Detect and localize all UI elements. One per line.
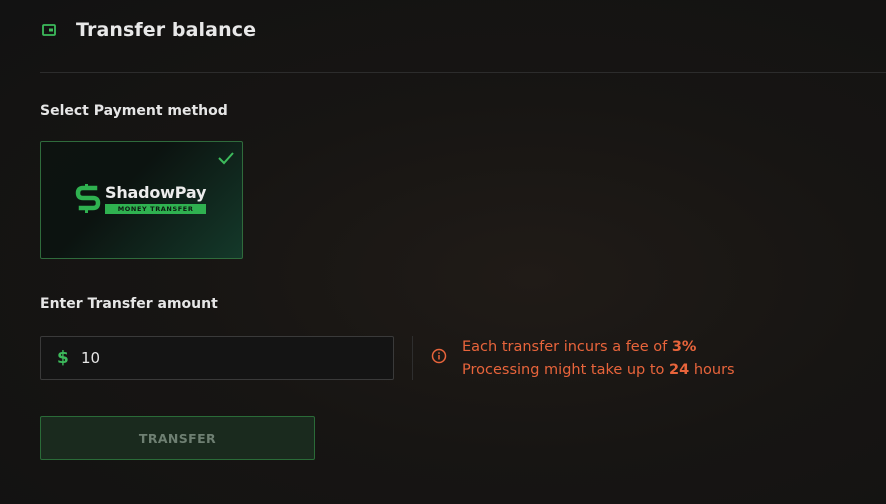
- payment-method-shadowpay[interactable]: ShadowPay MONEY TRANSFER: [40, 141, 243, 259]
- payment-method-label: Select Payment method: [40, 103, 228, 119]
- check-icon: [217, 150, 235, 165]
- page-title: Transfer balance: [76, 19, 257, 41]
- shadowpay-logo-icon: [75, 182, 101, 216]
- page-header: Transfer balance: [40, 14, 256, 46]
- fee-text: Each transfer incurs a fee of: [462, 339, 672, 355]
- processing-text: Processing might take up to: [462, 362, 670, 378]
- amount-input[interactable]: [81, 349, 371, 367]
- fee-info: Each transfer incurs a fee of 3% Process…: [462, 336, 735, 382]
- vertical-divider: [412, 336, 413, 380]
- info-icon: [431, 348, 447, 364]
- processing-suffix: hours: [689, 362, 735, 378]
- fee-line: Each transfer incurs a fee of 3%: [462, 336, 735, 359]
- processing-line: Processing might take up to 24 hours: [462, 359, 735, 382]
- shadowpay-logo: ShadowPay MONEY TRANSFER: [75, 182, 206, 216]
- brand-name: ShadowPay: [105, 183, 207, 202]
- amount-field[interactable]: $: [40, 336, 394, 380]
- fee-value: 3%: [671, 339, 697, 355]
- wallet-icon: [40, 21, 58, 39]
- transfer-amount-label: Enter Transfer amount: [40, 296, 218, 312]
- brand-subtitle: MONEY TRANSFER: [105, 204, 207, 214]
- processing-hours: 24: [669, 362, 690, 378]
- header-divider: [40, 72, 886, 73]
- transfer-button[interactable]: TRANSFER: [40, 416, 315, 460]
- dollar-icon: $: [57, 348, 69, 368]
